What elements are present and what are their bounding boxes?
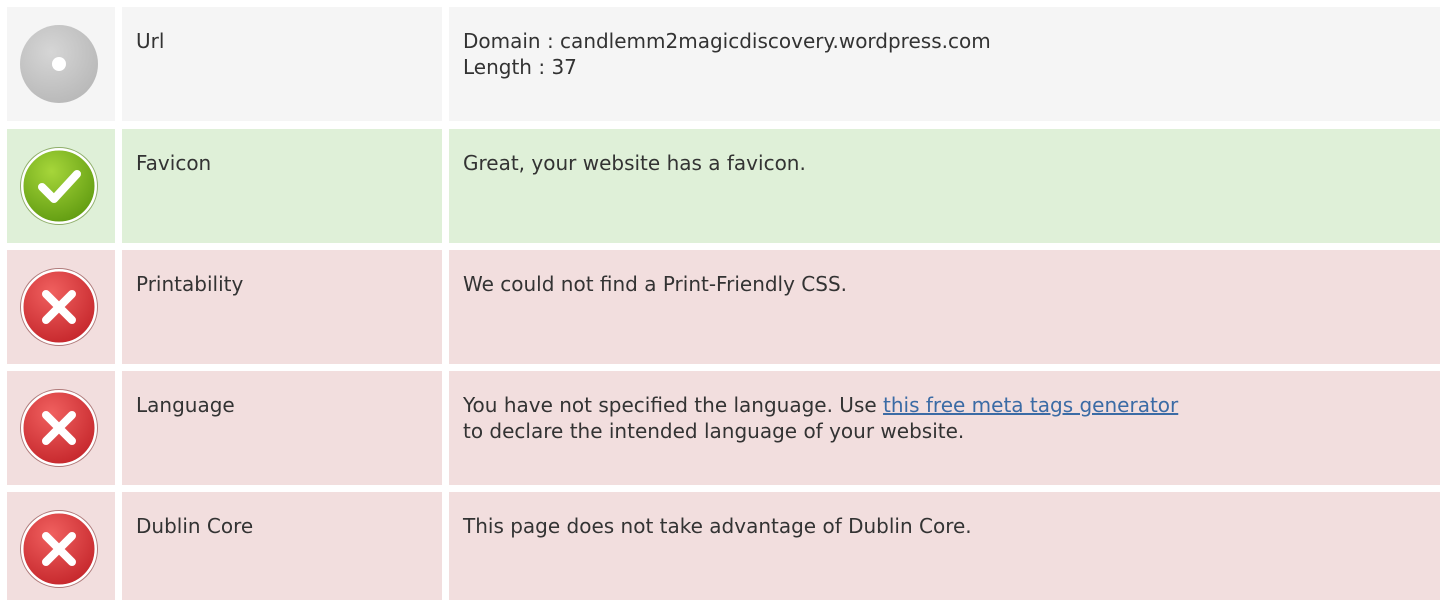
error-x-icon <box>19 267 99 347</box>
description-cell: This page does not take advantage of Dub… <box>449 492 1440 600</box>
row-description: Great, your website has a favicon. <box>463 151 806 175</box>
row-label: Dublin Core <box>136 514 254 538</box>
label-cell: Dublin Core <box>122 492 442 600</box>
row-description: This page does not take advantage of Dub… <box>463 514 972 538</box>
description-text: You have not specified the language. Use <box>463 393 884 417</box>
row-label: Language <box>136 393 235 417</box>
status-cell <box>7 371 115 485</box>
label-cell: Favicon <box>122 129 442 243</box>
error-x-icon <box>19 509 99 589</box>
description-text-continued: to declare the intended language of your… <box>463 419 965 443</box>
status-cell <box>7 250 115 364</box>
error-x-icon <box>19 388 99 468</box>
row-description: Domain : candlemm2magicdiscovery.wordpre… <box>463 28 1430 80</box>
length-line: Length : 37 <box>463 55 577 79</box>
report-row-dublin-core: Dublin Core This page does not take adva… <box>0 492 1446 600</box>
meta-tags-generator-link[interactable]: this free meta tags generator <box>883 393 1178 417</box>
description-cell: You have not specified the language. Use… <box>449 371 1440 485</box>
report-row-language: Language You have not specified the lang… <box>0 371 1446 485</box>
description-cell: We could not find a Print-Friendly CSS. <box>449 250 1440 364</box>
status-cell <box>7 129 115 243</box>
report-row-favicon: Favicon Great, your website has a favico… <box>0 129 1446 243</box>
seo-report: Url Domain : candlemm2magicdiscovery.wor… <box>0 0 1446 601</box>
row-description: We could not find a Print-Friendly CSS. <box>463 272 848 296</box>
label-cell: Language <box>122 371 442 485</box>
status-cell <box>7 7 115 121</box>
description-cell: Great, your website has a favicon. <box>449 129 1440 243</box>
row-label: Url <box>136 29 165 53</box>
report-row-url: Url Domain : candlemm2magicdiscovery.wor… <box>0 7 1446 121</box>
report-row-printability: Printability We could not find a Print-F… <box>0 250 1446 364</box>
label-cell: Printability <box>122 250 442 364</box>
row-description: You have not specified the language. Use… <box>463 392 1430 444</box>
label-cell: Url <box>122 7 442 121</box>
row-label: Favicon <box>136 151 212 175</box>
neutral-circle-icon <box>19 24 99 104</box>
description-cell: Domain : candlemm2magicdiscovery.wordpre… <box>449 7 1440 121</box>
status-cell <box>7 492 115 600</box>
row-label: Printability <box>136 272 244 296</box>
check-circle-icon <box>19 146 99 226</box>
domain-line: Domain : candlemm2magicdiscovery.wordpre… <box>463 29 991 53</box>
